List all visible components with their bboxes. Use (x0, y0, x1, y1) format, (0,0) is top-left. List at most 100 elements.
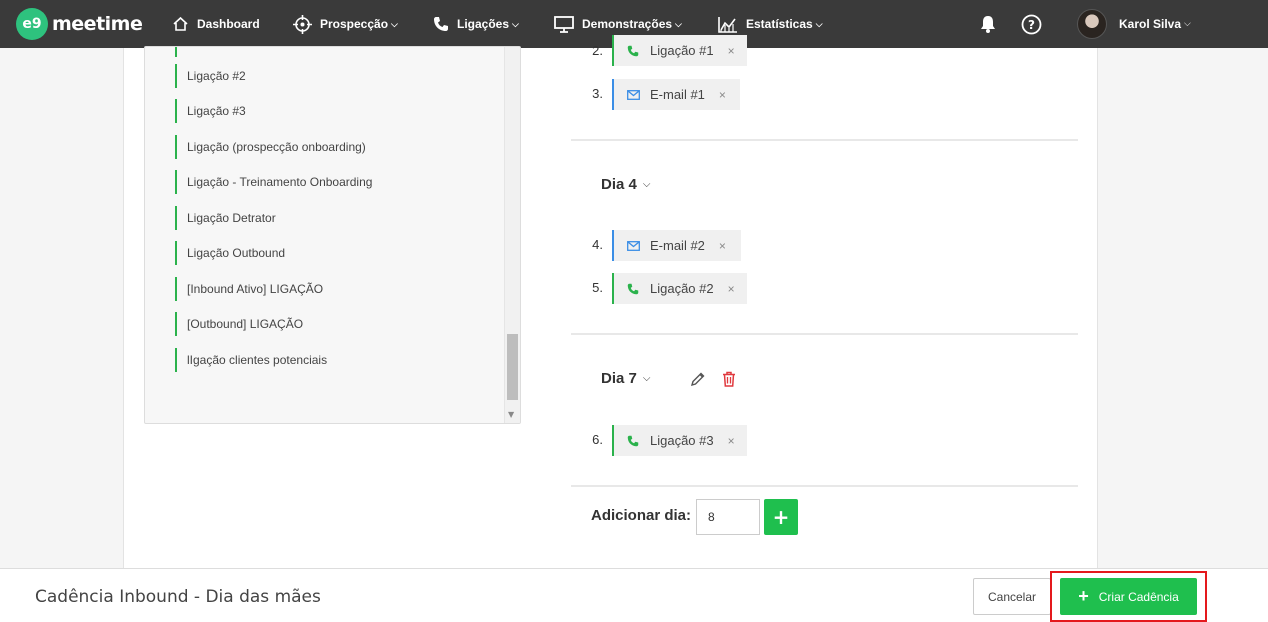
logo-badge: e9 (16, 8, 48, 40)
nav-ligacoes[interactable]: Ligações ⌵ (433, 0, 519, 48)
list-item[interactable]: Ligação #2 (175, 64, 246, 88)
nav-dashboard-label: Dashboard (197, 17, 260, 31)
phone-icon (626, 283, 640, 295)
chevron-down-icon: ⌵ (1184, 19, 1191, 29)
monitor-icon (554, 15, 574, 33)
nav-demonstracoes-label: Demonstrações (582, 17, 673, 31)
edit-day-button[interactable] (690, 371, 706, 391)
day-divider (571, 485, 1078, 487)
crosshair-icon (293, 14, 312, 34)
day-header[interactable]: Dia 7 ⌵ (601, 370, 650, 387)
user-menu[interactable]: Karol Silva ⌵ (1077, 0, 1191, 48)
close-icon[interactable]: × (728, 44, 735, 58)
close-icon[interactable]: × (719, 88, 726, 102)
close-icon[interactable]: × (719, 239, 726, 253)
list-item-label: [Inbound Ativo] LIGAÇÃO (187, 282, 324, 296)
add-day-input[interactable] (696, 499, 760, 535)
nav-estatisticas-label: Estatísticas (746, 17, 813, 31)
brand-logo[interactable]: e9 meetime (16, 8, 143, 40)
logo-text: meetime (52, 13, 143, 35)
user-name: Karol Silva (1119, 17, 1182, 31)
step-label: E-mail #1 (650, 87, 705, 102)
list-item[interactable]: Ligação (prospecção onboarding) (175, 135, 366, 159)
nav-ligacoes-label: Ligações (457, 17, 510, 31)
step-number: 6. (592, 432, 603, 447)
nav-prospeccao-label: Prospecção (320, 17, 389, 31)
list-item-label: lIgação clientes potenciais (187, 353, 328, 367)
scroll-down-arrow-icon[interactable]: ▼ (508, 410, 514, 419)
list-item-label: Ligação - Treinamento Onboarding (187, 175, 373, 189)
cadence-editor-panel: Ligação #2 Ligação #3 Ligação (prospecçã… (123, 35, 1098, 568)
step-number: 5. (592, 280, 603, 295)
chevron-down-icon: ⌵ (815, 18, 823, 29)
scrollbar-thumb[interactable] (507, 334, 518, 400)
svg-text:?: ? (1028, 18, 1035, 32)
list-item[interactable]: lIgação clientes potenciais (175, 348, 327, 372)
list-item[interactable]: Ligação Outbound (175, 241, 285, 265)
step-number: 3. (592, 86, 603, 101)
list-item[interactable]: [Outbound] LIGAÇÃO (175, 312, 303, 336)
list-item[interactable]: Ligação Detrator (175, 206, 276, 230)
step-label: E-mail #2 (650, 238, 705, 253)
close-icon[interactable]: × (728, 282, 735, 296)
bell-icon (981, 16, 995, 33)
list-item[interactable] (175, 47, 187, 57)
step-chip[interactable]: E-mail #2 × (612, 230, 741, 261)
day-title: Dia 4 (601, 176, 637, 193)
phone-icon (434, 17, 448, 31)
home-icon (173, 16, 188, 31)
list-item-label: Ligação #3 (187, 104, 246, 118)
add-day-button[interactable]: + (764, 499, 798, 535)
list-item[interactable]: Ligação - Treinamento Onboarding (175, 170, 372, 194)
list-item[interactable]: Ligação #3 (175, 99, 246, 123)
chevron-down-icon: ⌵ (512, 18, 519, 29)
chevron-down-icon: ⌵ (642, 373, 651, 384)
list-item[interactable]: [Inbound Ativo] LIGAÇÃO (175, 277, 323, 301)
help-button[interactable]: ? (1021, 0, 1042, 48)
plus-icon: + (1078, 586, 1089, 606)
avatar (1077, 9, 1107, 39)
phone-icon (626, 45, 640, 57)
list-item-label: Ligação Outbound (187, 246, 286, 260)
step-number: 4. (592, 237, 603, 252)
scrollbar[interactable]: ▼ (504, 47, 520, 423)
add-day-label: Adicionar dia: (591, 507, 692, 524)
step-number: 2. (592, 43, 603, 58)
activity-list: Ligação #2 Ligação #3 Ligação (prospecçã… (144, 46, 521, 424)
close-icon[interactable]: × (728, 434, 735, 448)
chevron-down-icon: ⌵ (391, 18, 398, 29)
chart-icon (718, 16, 737, 33)
day-header[interactable]: Dia 4 ⌵ (601, 176, 650, 193)
step-chip[interactable]: E-mail #1 × (612, 79, 740, 110)
envelope-icon (626, 89, 640, 100)
list-item-label: Ligação #2 (187, 69, 246, 83)
list-item-label: [Outbound] LIGAÇÃO (187, 317, 304, 331)
help-icon: ? (1021, 14, 1042, 34)
day-divider (571, 139, 1078, 141)
cancel-button[interactable]: Cancelar (973, 578, 1051, 615)
cadence-name: Cadência Inbound - Dia das mães (35, 587, 321, 607)
delete-day-button[interactable] (722, 371, 736, 391)
step-chip[interactable]: Ligação #3 × (612, 425, 747, 456)
footer-bar: Cadência Inbound - Dia das mães Cancelar… (0, 568, 1268, 622)
step-label: Ligação #3 (650, 433, 714, 448)
nav-prospeccao[interactable]: Prospecção ⌵ (293, 0, 398, 48)
list-item-label: Ligação Detrator (187, 211, 276, 225)
notifications-button[interactable] (978, 0, 998, 48)
chevron-down-icon: ⌵ (642, 179, 651, 190)
day-divider (571, 333, 1078, 335)
chevron-down-icon: ⌵ (675, 18, 682, 29)
step-label: Ligação #2 (650, 281, 714, 296)
list-item-label: Ligação (prospecção onboarding) (187, 140, 366, 154)
trash-icon (723, 371, 735, 387)
phone-icon (626, 435, 640, 447)
envelope-icon (626, 240, 640, 251)
step-chip[interactable]: Ligação #1 × (612, 35, 747, 66)
edit-icon (690, 372, 705, 387)
create-cadence-button[interactable]: + Criar Cadência (1060, 578, 1197, 615)
day-title: Dia 7 (601, 370, 637, 387)
nav-dashboard[interactable]: Dashboard (172, 0, 260, 48)
create-cadence-label: Criar Cadência (1098, 589, 1179, 604)
step-chip[interactable]: Ligação #2 × (612, 273, 747, 304)
step-label: Ligação #1 (650, 43, 714, 58)
